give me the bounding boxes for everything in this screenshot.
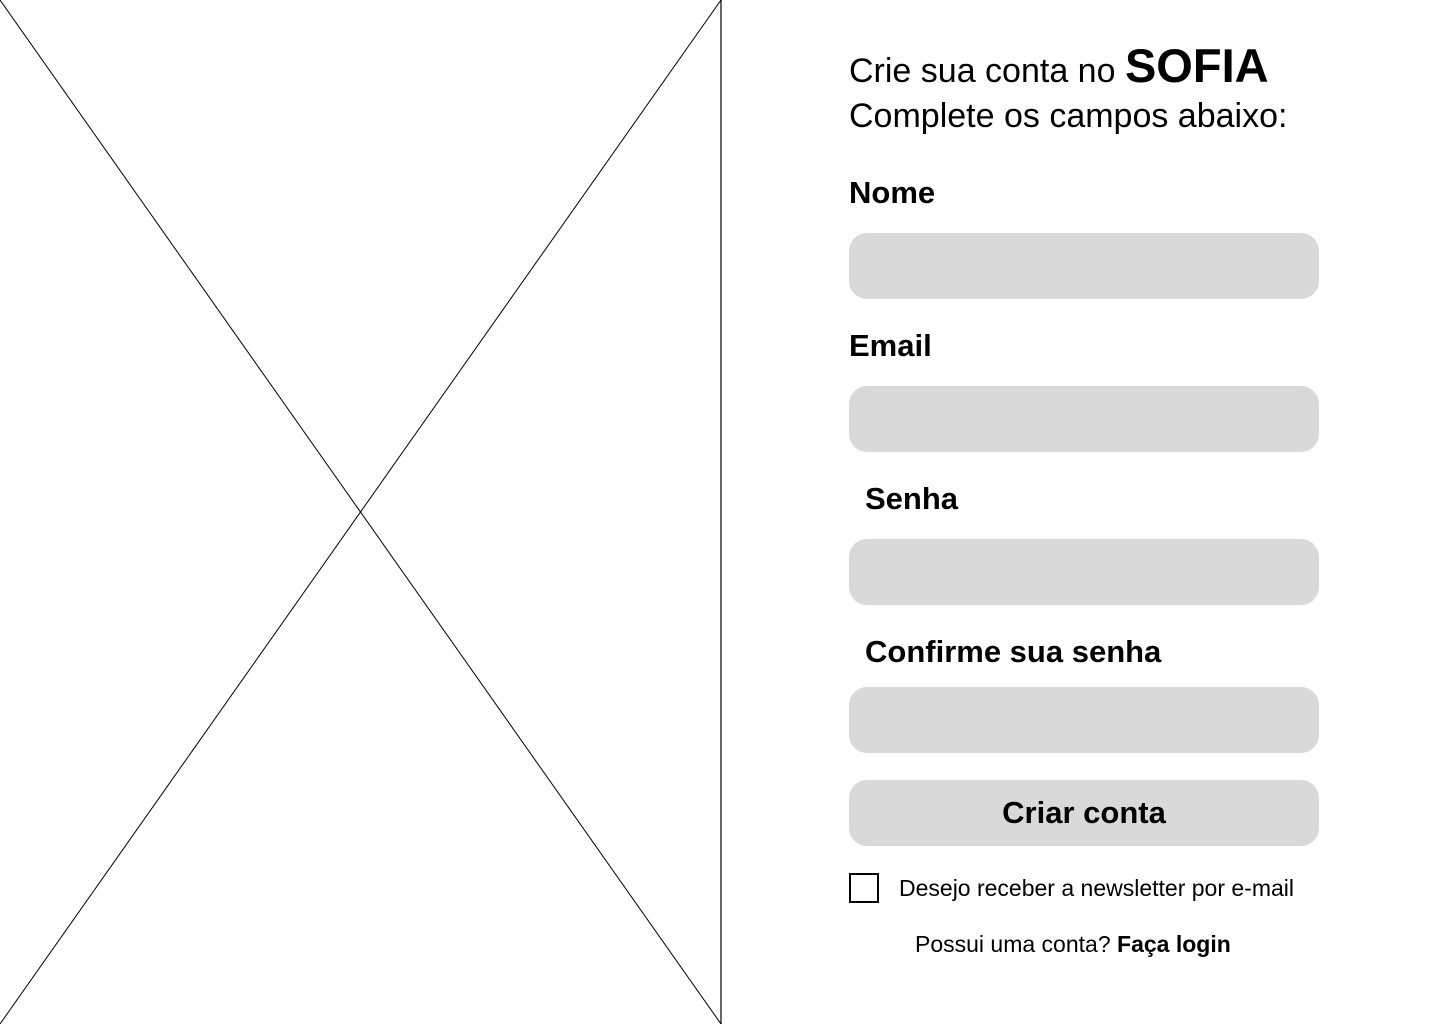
login-prompt: Possui uma conta? (915, 931, 1111, 957)
page-subtitle: Complete os campos abaixo: (849, 97, 1288, 135)
newsletter-checkbox[interactable] (849, 873, 879, 903)
confirm-password-field[interactable] (849, 687, 1319, 753)
name-label: Nome (849, 175, 936, 210)
login-link[interactable]: Faça login (1117, 931, 1231, 957)
signup-form: Crie sua conta no SOFIA Complete os camp… (849, 0, 1409, 1024)
page-title: Crie sua conta no SOFIA (849, 38, 1269, 99)
newsletter-label: Desejo receber a newsletter por e-mail (899, 875, 1295, 901)
create-account-button[interactable]: Criar conta (849, 780, 1319, 846)
signup-page: Crie sua conta no SOFIA Complete os camp… (0, 0, 1440, 1024)
confirm-password-label: Confirme sua senha (865, 634, 1162, 669)
password-field[interactable] (849, 539, 1319, 605)
brand-name: SOFIA (1124, 39, 1269, 92)
placeholder-cross-icon (0, 0, 722, 1024)
title-prefix: Crie sua conta no (849, 52, 1116, 90)
login-prompt-line: Possui uma conta? Faça login (915, 928, 1231, 960)
image-placeholder (0, 0, 722, 1024)
email-field[interactable] (849, 386, 1319, 452)
password-label: Senha (865, 481, 959, 516)
name-field[interactable] (849, 233, 1319, 299)
email-label: Email (849, 328, 932, 363)
